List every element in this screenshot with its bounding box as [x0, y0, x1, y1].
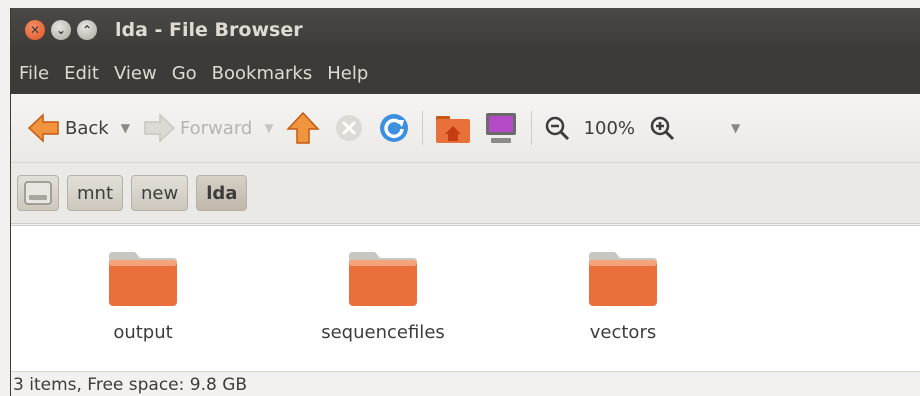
location-bar: mnt new lda: [11, 163, 920, 224]
back-arrow-icon: [27, 113, 59, 143]
folder-icon: [109, 252, 177, 306]
back-button[interactable]: Back: [27, 112, 109, 144]
file-browser-window: ✕ ⌄ ⌃ lda - File Browser File Edit View …: [10, 8, 920, 396]
menu-file[interactable]: File: [11, 63, 56, 84]
forward-button[interactable]: Forward: [142, 112, 252, 144]
folder-item[interactable]: output: [53, 250, 233, 343]
zoom-level[interactable]: 100%: [584, 118, 635, 139]
file-name: vectors: [589, 322, 657, 343]
status-bar: 3 items, Free space: 9.8 GB: [11, 371, 920, 396]
back-label: Back: [65, 117, 109, 139]
forward-history-dropdown[interactable]: ▼: [264, 121, 273, 135]
reload-icon[interactable]: [378, 112, 410, 144]
crumb-new[interactable]: new: [131, 175, 189, 211]
forward-label: Forward: [179, 117, 253, 139]
folder-item[interactable]: sequencefiles: [293, 250, 473, 343]
menu-go[interactable]: Go: [164, 63, 204, 84]
menu-view[interactable]: View: [106, 63, 164, 84]
close-icon[interactable]: ✕: [25, 20, 45, 40]
crumb-mnt[interactable]: mnt: [67, 175, 123, 211]
back-history-dropdown[interactable]: ▼: [121, 121, 130, 135]
folder-icon: [589, 252, 657, 306]
zoom-in-icon[interactable]: [649, 115, 675, 141]
menu-bookmarks[interactable]: Bookmarks: [204, 63, 320, 84]
status-text: 3 items, Free space: 9.8 GB: [13, 374, 248, 395]
toolbar-separator: [421, 111, 423, 145]
file-view[interactable]: output sequencefiles vectors: [11, 225, 920, 372]
window-title: lda - File Browser: [115, 19, 303, 41]
minimize-icon[interactable]: ⌄: [51, 20, 71, 40]
title-bar: ✕ ⌄ ⌃ lda - File Browser: [11, 8, 920, 52]
home-folder-icon[interactable]: [435, 112, 471, 144]
maximize-icon[interactable]: ⌃: [77, 20, 97, 40]
zoom-out-icon[interactable]: [544, 115, 570, 141]
computer-icon[interactable]: [483, 111, 519, 145]
drive-icon: [24, 181, 52, 205]
file-name: sequencefiles: [321, 322, 445, 343]
forward-arrow-icon: [144, 113, 176, 143]
file-name: output: [113, 322, 173, 343]
menu-bar: File Edit View Go Bookmarks Help: [11, 52, 920, 94]
crumb-lda[interactable]: lda: [196, 175, 248, 211]
stop-icon[interactable]: [334, 113, 364, 143]
toolbar-overflow-dropdown[interactable]: ▼: [731, 121, 740, 135]
folder-item[interactable]: vectors: [533, 250, 713, 343]
menu-edit[interactable]: Edit: [56, 63, 106, 84]
menu-help[interactable]: Help: [319, 63, 375, 84]
folder-icon: [349, 252, 417, 306]
toolbar-separator: [530, 111, 532, 145]
up-arrow-icon[interactable]: [285, 111, 320, 145]
crumb-filesystem[interactable]: [17, 175, 59, 211]
toolbar: Back ▼ Forward ▼ 100% ▼: [11, 94, 920, 163]
